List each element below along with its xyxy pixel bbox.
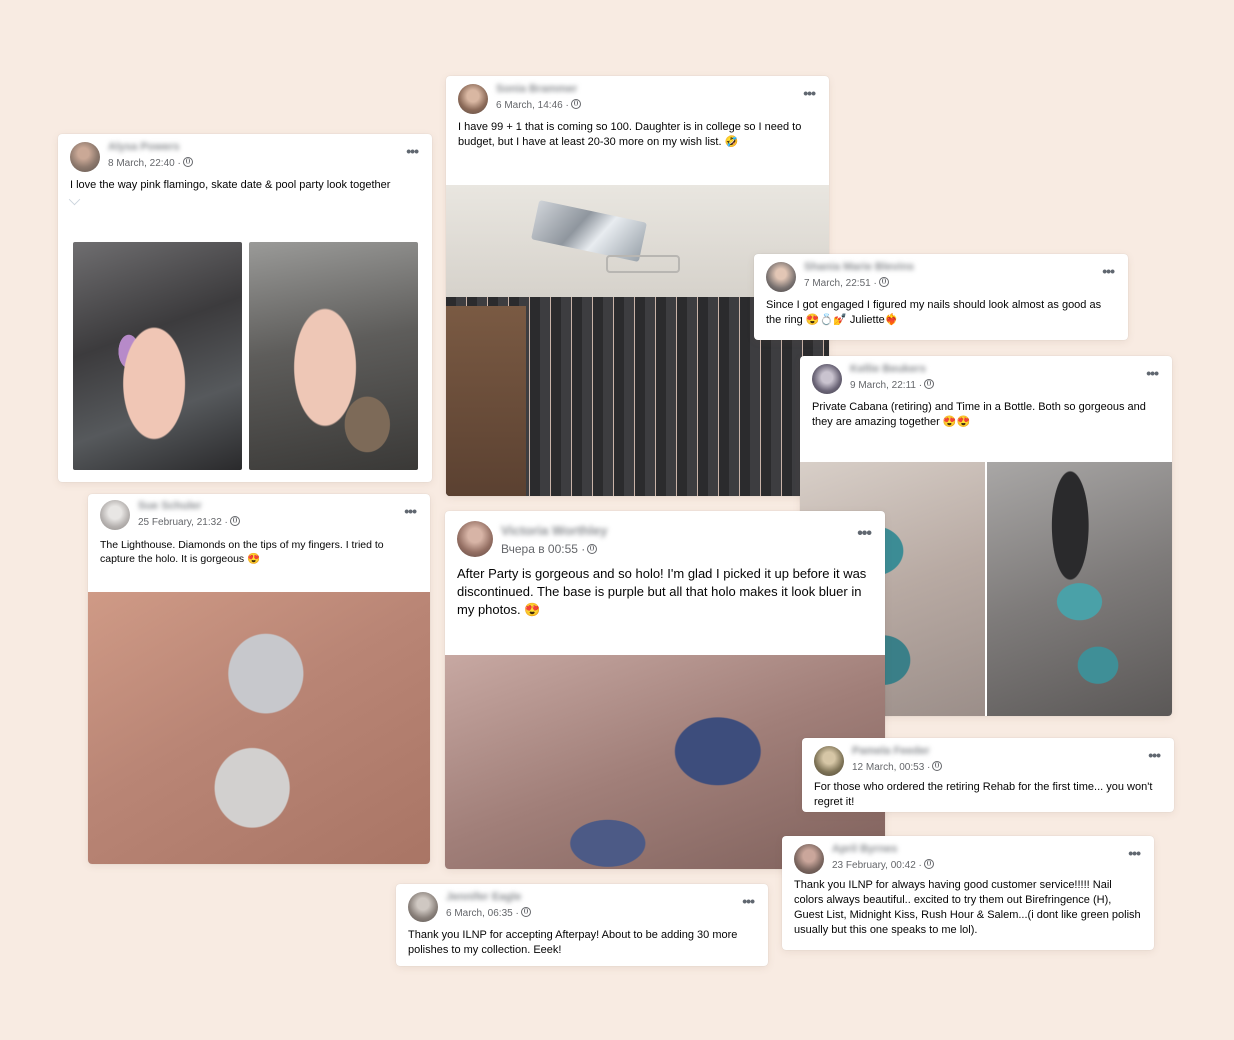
- post-timestamp[interactable]: 12 March, 00:53 ·: [852, 761, 943, 773]
- more-options-button[interactable]: •••: [857, 526, 872, 542]
- post-text: Thank you ILNP for always having good cu…: [794, 879, 1141, 936]
- more-options-button[interactable]: •••: [1128, 846, 1141, 860]
- post-header: Jennifer Eagle 6 March, 06:35 · •••: [396, 884, 768, 928]
- author-name[interactable]: Sonia Brammer: [496, 83, 577, 95]
- post-timestamp[interactable]: 6 March, 14:46 ·: [496, 99, 581, 111]
- post-header: Pamela Feeder 12 March, 00:53 · •••: [802, 738, 1174, 782]
- post-header: Shania Marie Blevins 7 March, 22:51 · ••…: [754, 254, 1128, 298]
- post-header: Sonia Brammer 6 March, 14:46 · •••: [446, 76, 829, 120]
- author-name[interactable]: Sue Schuler: [138, 500, 202, 512]
- globe-icon: [587, 544, 598, 554]
- post-timestamp[interactable]: 7 March, 22:51 ·: [804, 277, 889, 289]
- globe-icon: [229, 516, 240, 526]
- floor: [446, 306, 526, 496]
- silver-holo-photo[interactable]: [88, 592, 430, 864]
- post-header: Alysa Powers 8 March, 22:40 · •••: [58, 134, 432, 178]
- post-card: April Byrnes 23 February, 00:42 · ••• Th…: [782, 836, 1154, 950]
- author-name[interactable]: Shania Marie Blevins: [804, 261, 914, 273]
- post-text: The Lighthouse. Diamonds on the tips of …: [100, 539, 384, 565]
- globe-icon: [570, 99, 581, 109]
- more-options-button[interactable]: •••: [406, 144, 419, 158]
- avatar[interactable]: [458, 84, 488, 114]
- more-options-button[interactable]: •••: [1102, 264, 1115, 278]
- post-text: I have 99 + 1 that is coming so 100. Dau…: [458, 121, 802, 148]
- avatar[interactable]: [766, 262, 796, 292]
- post-card: Jennifer Eagle 6 March, 06:35 · ••• Than…: [396, 884, 768, 966]
- post-card: Victoria Worthley Вчера в 00:55 · ••• Af…: [445, 511, 885, 869]
- post-text: I love the way pink flamingo, skate date…: [70, 179, 391, 191]
- teal-glitter-photo-2[interactable]: [987, 462, 1172, 716]
- post-header: Sue Schuler 25 February, 21:32 · •••: [88, 494, 430, 538]
- author-name[interactable]: Kellie Beukers: [850, 363, 926, 375]
- post-timestamp[interactable]: 23 February, 00:42 ·: [832, 859, 934, 871]
- post-timestamp[interactable]: 8 March, 22:40 ·: [108, 157, 193, 169]
- post-card: Shania Marie Blevins 7 March, 22:51 · ••…: [754, 254, 1128, 340]
- globe-icon: [878, 277, 889, 287]
- post-header: April Byrnes 23 February, 00:42 · •••: [782, 836, 1154, 880]
- post-card: Sue Schuler 25 February, 21:32 · ••• The…: [88, 494, 430, 864]
- post-timestamp[interactable]: Вчера в 00:55 ·: [501, 542, 598, 556]
- more-options-button[interactable]: •••: [803, 86, 816, 100]
- author-name[interactable]: Pamela Feeder: [852, 745, 930, 757]
- post-text: For those who ordered the retiring Rehab…: [814, 781, 1153, 808]
- more-options-button[interactable]: •••: [742, 894, 755, 908]
- globe-icon: [932, 761, 943, 771]
- author-name[interactable]: Victoria Worthley: [501, 523, 607, 538]
- polish-cabinet-photo[interactable]: [446, 185, 829, 496]
- more-options-button[interactable]: •••: [404, 504, 417, 518]
- post-timestamp[interactable]: 9 March, 22:11 ·: [850, 379, 935, 391]
- post-text: Since I got engaged I figured my nails s…: [766, 299, 1102, 326]
- avatar[interactable]: [70, 142, 100, 172]
- more-options-button[interactable]: •••: [1148, 748, 1161, 762]
- post-header: Victoria Worthley Вчера в 00:55 · •••: [445, 511, 885, 565]
- globe-icon: [182, 157, 193, 167]
- post-card: Pamela Feeder 12 March, 00:53 · ••• For …: [802, 738, 1174, 812]
- post-header: Kellie Beukers 9 March, 22:11 · •••: [800, 356, 1172, 400]
- avatar[interactable]: [100, 500, 130, 530]
- avatar[interactable]: [814, 746, 844, 776]
- post-timestamp[interactable]: 25 February, 21:32 ·: [138, 516, 240, 528]
- avatar[interactable]: [812, 364, 842, 394]
- avatar[interactable]: [794, 844, 824, 874]
- hand-photo-1[interactable]: [73, 242, 242, 470]
- post-timestamp[interactable]: 6 March, 06:35 ·: [446, 907, 531, 919]
- author-name[interactable]: April Byrnes: [832, 843, 897, 855]
- post-card: Alysa Powers 8 March, 22:40 · ••• I love…: [58, 134, 432, 482]
- author-name[interactable]: Jennifer Eagle: [446, 891, 521, 903]
- avatar[interactable]: [408, 892, 438, 922]
- post-text: After Party is gorgeous and so holo! I'm…: [457, 566, 867, 617]
- drawer-handle: [606, 255, 680, 273]
- globe-icon: [924, 379, 935, 389]
- avatar[interactable]: [457, 521, 493, 557]
- globe-icon: [923, 859, 934, 869]
- chevron-down-icon: [68, 193, 81, 206]
- globe-icon: [520, 907, 531, 917]
- more-options-button[interactable]: •••: [1146, 366, 1159, 380]
- hand-photo-2[interactable]: [249, 242, 418, 470]
- author-name[interactable]: Alysa Powers: [108, 141, 180, 153]
- post-text: Private Cabana (retiring) and Time in a …: [812, 401, 1146, 428]
- post-text: Thank you ILNP for accepting Afterpay! A…: [408, 929, 738, 956]
